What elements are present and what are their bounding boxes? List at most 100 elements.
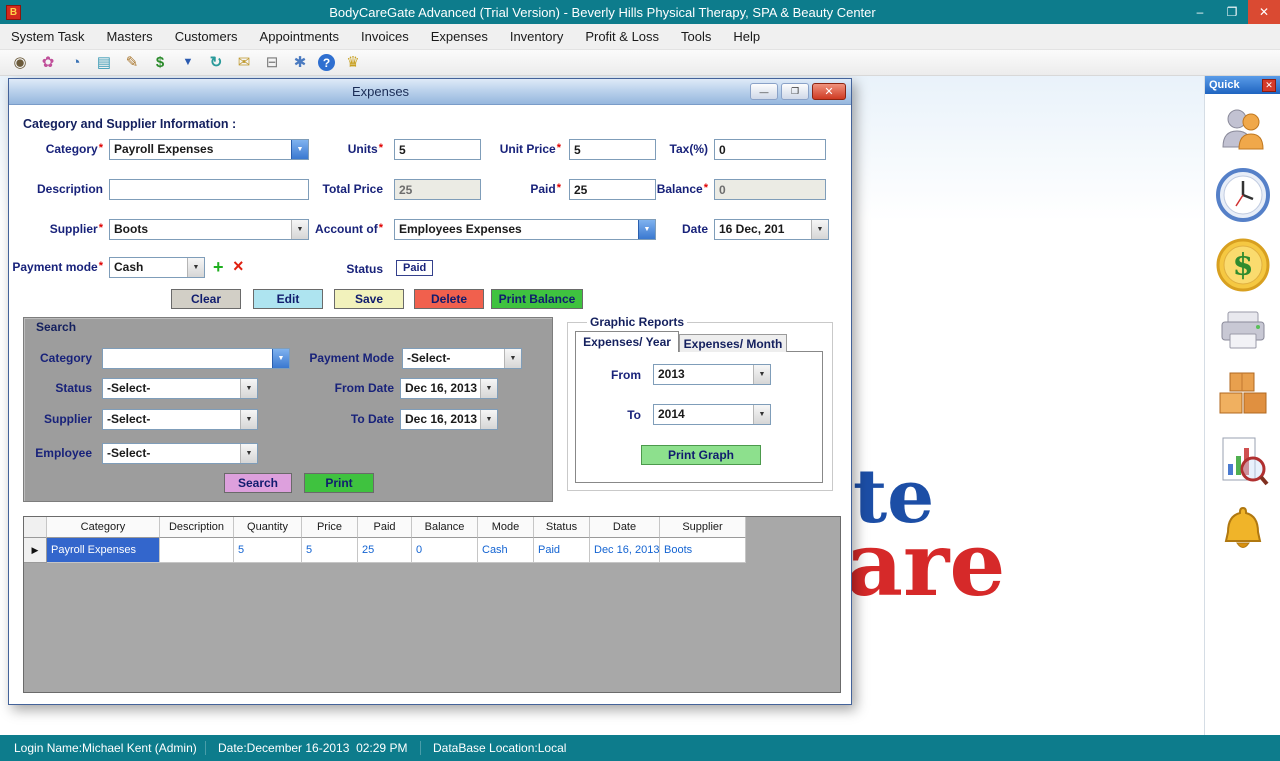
from-date-select[interactable]: Dec 16, 2013▼ — [400, 378, 498, 399]
cell-quantity[interactable]: 5 — [234, 538, 302, 563]
date-select[interactable]: 16 Dec, 201▼ — [714, 219, 829, 240]
graph-from-select[interactable]: 2013▼ — [653, 364, 771, 385]
column-header-category[interactable]: Category — [47, 517, 160, 538]
cell-status[interactable]: Paid — [534, 538, 590, 563]
to-date-select[interactable]: Dec 16, 2013▼ — [400, 409, 498, 430]
mail-icon[interactable]: ✉ — [234, 53, 254, 73]
column-header-supplier[interactable]: Supplier — [660, 517, 746, 538]
delete-payment-mode-icon[interactable]: × — [233, 257, 244, 275]
app-icon: B — [6, 5, 21, 20]
column-header-mode[interactable]: Mode — [478, 517, 534, 538]
menu-item-tools[interactable]: Tools — [670, 25, 722, 48]
graph-to-select[interactable]: 2014▼ — [653, 404, 771, 425]
print-button[interactable]: Print — [304, 473, 374, 493]
quick-clock-button[interactable] — [1214, 168, 1272, 222]
description-input[interactable] — [109, 179, 309, 200]
add-payment-mode-icon[interactable]: + — [213, 258, 224, 276]
quick-printer-button[interactable] — [1214, 308, 1272, 352]
quick-admin-button[interactable] — [1214, 106, 1272, 152]
menu-item-inventory[interactable]: Inventory — [499, 25, 574, 48]
dialog-titlebar[interactable]: Expenses — ❐ ✕ — [9, 79, 851, 105]
dialog-minimize-button[interactable]: — — [750, 83, 778, 100]
menu-item-system-task[interactable]: System Task — [0, 25, 95, 48]
payments-icon[interactable]: $ — [150, 53, 170, 73]
menu-item-profit-loss[interactable]: Profit & Loss — [574, 25, 670, 48]
cell-category[interactable]: Payroll Expenses — [47, 538, 160, 563]
supplier-select[interactable]: Boots▼ — [109, 219, 309, 240]
cell-price[interactable]: 5 — [302, 538, 358, 563]
settings-icon[interactable]: ✱ — [290, 53, 310, 73]
search-category-select[interactable]: ▼ — [102, 348, 290, 369]
cell-balance[interactable]: 0 — [412, 538, 478, 563]
svg-text:$: $ — [1232, 248, 1253, 283]
spa-flower-icon[interactable]: ✿ — [38, 53, 58, 73]
column-header-description[interactable]: Description — [160, 517, 234, 538]
table-row[interactable]: ▶ Payroll Expenses 5 5 25 0 Cash Paid De… — [24, 538, 840, 563]
graph-from-label: From — [601, 368, 641, 382]
restore-button[interactable]: ❐ — [1216, 0, 1248, 24]
delete-button[interactable]: Delete — [414, 289, 484, 309]
quick-close-icon[interactable]: ✕ — [1262, 79, 1276, 92]
payment-mode-select[interactable]: Cash▼ — [109, 257, 205, 278]
menu-item-appointments[interactable]: Appointments — [249, 25, 351, 48]
units-input[interactable] — [394, 139, 481, 160]
edit-button[interactable]: Edit — [253, 289, 323, 309]
menu-item-expenses[interactable]: Expenses — [420, 25, 499, 48]
cell-supplier[interactable]: Boots — [660, 538, 746, 563]
employee-select[interactable]: -Select-▼ — [102, 443, 258, 464]
search-payment-mode-select[interactable]: -Select-▼ — [402, 348, 522, 369]
cell-mode[interactable]: Cash — [478, 538, 534, 563]
column-header-status[interactable]: Status — [534, 517, 590, 538]
account-of-select[interactable]: Employees Expenses▼ — [394, 219, 656, 240]
save-button[interactable]: Save — [334, 289, 404, 309]
tab-expenses-year[interactable]: Expenses/ Year — [575, 331, 679, 352]
refresh-icon[interactable]: ↻ — [206, 53, 226, 73]
chart-icon[interactable]: ▤ — [94, 53, 114, 73]
quick-inventory-button[interactable] — [1214, 368, 1272, 418]
paid-input[interactable] — [569, 179, 656, 200]
menu-item-masters[interactable]: Masters — [95, 25, 163, 48]
dialog-restore-button[interactable]: ❐ — [781, 83, 809, 100]
cell-description[interactable] — [160, 538, 234, 563]
tax-input[interactable] — [714, 139, 826, 160]
minimize-button[interactable]: – — [1184, 0, 1216, 24]
chevron-down-icon: ▼ — [504, 349, 521, 368]
user-icon[interactable]: ♛ — [343, 53, 363, 73]
quick-reports-button[interactable] — [1214, 434, 1272, 488]
cell-date[interactable]: Dec 16, 2013 — [590, 538, 660, 563]
export-icon[interactable]: ▼ — [178, 53, 198, 73]
tab-expenses-month[interactable]: Expenses/ Month — [679, 334, 787, 352]
clear-button[interactable]: Clear — [171, 289, 241, 309]
required-asterisk: * — [557, 182, 561, 194]
quick-payments-button[interactable]: $ — [1214, 238, 1272, 292]
search-icon[interactable]: ◉ — [10, 53, 30, 73]
column-header-balance[interactable]: Balance — [412, 517, 478, 538]
column-header-quantity[interactable]: Quantity — [234, 517, 302, 538]
expenses-dialog: Expenses — ❐ ✕ Category and Supplier Inf… — [8, 78, 852, 705]
folder-icon[interactable]: ⊟ — [262, 53, 282, 73]
print-balance-button[interactable]: Print Balance — [491, 289, 583, 309]
column-header-date[interactable]: Date — [590, 517, 660, 538]
search-status-label: Status — [24, 381, 92, 395]
close-button[interactable]: ✕ — [1248, 0, 1280, 24]
row-selector[interactable]: ▶ — [24, 538, 47, 563]
quick-reminders-button[interactable] — [1214, 504, 1272, 558]
os-titlebar[interactable]: B BodyCareGate Advanced (Trial Version) … — [0, 0, 1280, 24]
column-header-paid[interactable]: Paid — [358, 517, 412, 538]
menu-item-invoices[interactable]: Invoices — [350, 25, 420, 48]
search-supplier-select[interactable]: -Select-▼ — [102, 409, 258, 430]
print-graph-button[interactable]: Print Graph — [641, 445, 761, 465]
menu-item-customers[interactable]: Customers — [164, 25, 249, 48]
search-status-select[interactable]: -Select-▼ — [102, 378, 258, 399]
pen-icon[interactable]: ✎ — [122, 53, 142, 73]
category-select[interactable]: Payroll Expenses▼ — [109, 139, 309, 160]
dollar-coin-icon: $ — [1216, 238, 1270, 292]
search-button[interactable]: Search — [224, 473, 292, 493]
clock-icon[interactable]: ◔ — [66, 53, 86, 73]
dialog-close-button[interactable]: ✕ — [812, 83, 846, 100]
help-icon[interactable]: ? — [318, 54, 335, 71]
menu-item-help[interactable]: Help — [722, 25, 771, 48]
cell-paid[interactable]: 25 — [358, 538, 412, 563]
unit-price-input[interactable] — [569, 139, 656, 160]
column-header-price[interactable]: Price — [302, 517, 358, 538]
